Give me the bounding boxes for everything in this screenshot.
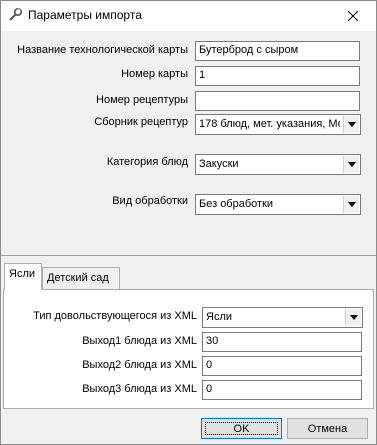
- dish-category-label: Категория блюд: [106, 156, 188, 168]
- output3-field[interactable]: 0: [202, 380, 362, 400]
- close-icon: [348, 11, 358, 21]
- cancel-button-label: Отмена: [307, 422, 348, 435]
- chevron-down-icon[interactable]: [343, 196, 359, 213]
- main-panel: Название технологической карты Бутерброд…: [1, 31, 376, 255]
- processing-type-label: Вид обработки: [112, 195, 188, 207]
- title-bar: Параметры импорта: [1, 1, 376, 31]
- chevron-down-icon[interactable]: [343, 156, 359, 173]
- recipe-collection-label: Сборник рецептур: [94, 116, 188, 128]
- output2-label: Выход2 блюда из XML: [82, 359, 197, 371]
- tab-kindergarten-label: Детский сад: [47, 272, 109, 284]
- recipe-number-field[interactable]: [195, 91, 360, 111]
- wrench-icon: [7, 7, 23, 23]
- tab-kindergarten[interactable]: Детский сад: [42, 267, 120, 289]
- card-number-label: Номер карты: [121, 68, 188, 80]
- tab-strip: Ясли Детский сад: [1, 263, 376, 290]
- allowance-type-value: Ясли: [206, 311, 233, 323]
- close-button[interactable]: [330, 1, 376, 31]
- tech-card-name-label: Название технологической карты: [17, 44, 188, 56]
- tab-page: Тип довольствующегося из XML Ясли Выход1…: [3, 289, 374, 409]
- dish-category-select[interactable]: Закуски: [195, 154, 361, 175]
- ok-button[interactable]: OK: [201, 418, 282, 439]
- recipe-number-label: Номер рецептуры: [96, 94, 188, 106]
- cancel-button[interactable]: Отмена: [287, 418, 368, 439]
- output1-field[interactable]: 30: [202, 332, 362, 352]
- allowance-type-select[interactable]: Ясли: [202, 307, 363, 328]
- output2-field[interactable]: 0: [202, 356, 362, 376]
- import-parameters-dialog: Параметры импорта Название технологическ…: [0, 0, 377, 445]
- tech-card-name-field[interactable]: Бутерброд с сыром: [195, 41, 360, 61]
- tab-nursery[interactable]: Ясли: [4, 263, 42, 290]
- card-number-field[interactable]: 1: [195, 66, 360, 86]
- section-divider: [1, 255, 376, 256]
- recipe-collection-select[interactable]: 178 блюд, мет. указания, Мо: [195, 114, 361, 135]
- chevron-down-icon[interactable]: [345, 309, 361, 326]
- output3-label: Выход3 блюда из XML: [82, 383, 197, 395]
- chevron-down-icon[interactable]: [343, 116, 359, 133]
- dish-category-value: Закуски: [199, 158, 239, 170]
- processing-type-select[interactable]: Без обработки: [195, 194, 361, 215]
- tab-nursery-label: Ясли: [9, 268, 36, 280]
- recipe-collection-value: 178 блюд, мет. указания, Мо: [199, 118, 340, 130]
- allowance-type-label: Тип довольствующегося из XML: [33, 310, 197, 322]
- window-title: Параметры импорта: [28, 8, 142, 22]
- output1-label: Выход1 блюда из XML: [82, 335, 197, 347]
- processing-type-value: Без обработки: [199, 198, 274, 210]
